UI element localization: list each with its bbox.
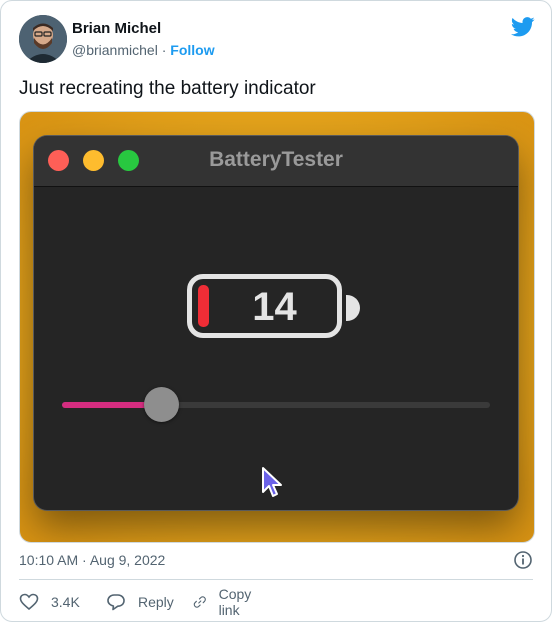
author-handle-row: @brianmichel · Follow [72, 42, 215, 58]
author-handle[interactable]: @brianmichel [72, 42, 158, 58]
follow-button[interactable]: Follow [170, 42, 214, 58]
handle-separator: · [161, 42, 167, 58]
reply-label: Reply [138, 594, 174, 610]
mouse-pointer-icon [262, 467, 282, 497]
battery-indicator: 14 [187, 274, 342, 338]
battery-slider-track[interactable] [62, 402, 490, 408]
like-button[interactable]: 3.4K [19, 590, 80, 614]
info-icon[interactable] [513, 550, 533, 570]
divider [19, 579, 533, 580]
copy-link-button[interactable]: Copy link [193, 586, 258, 618]
battery-level-label: 14 [252, 285, 297, 329]
tweet-media[interactable]: BatteryTester 14 [19, 111, 535, 543]
twitter-bird-icon[interactable] [511, 17, 535, 37]
author-name[interactable]: Brian Michel [72, 20, 161, 37]
speech-bubble-icon [107, 594, 125, 611]
copy-link-label: Copy link [218, 586, 252, 618]
window-title: BatteryTester [209, 148, 343, 171]
tweet-card: Brian Michel @brianmichel · Follow Just … [0, 0, 552, 622]
battery-tip [346, 295, 360, 321]
tweet-timestamp[interactable]: 10:10 AM · Aug 9, 2022 [19, 552, 165, 568]
reply-button[interactable]: Reply [106, 590, 174, 614]
app-window: BatteryTester 14 [34, 136, 518, 510]
tweet-text: Just recreating the battery indicator [19, 78, 316, 99]
battery-slider-thumb[interactable] [144, 387, 180, 422]
window-titlebar[interactable]: BatteryTester [34, 136, 518, 187]
avatar[interactable] [19, 15, 67, 63]
heart-icon [19, 593, 39, 611]
link-icon [193, 596, 206, 608]
like-count: 3.4K [51, 594, 80, 610]
